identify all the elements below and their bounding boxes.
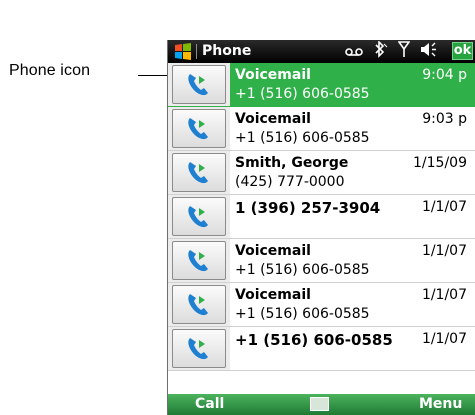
signal-icon[interactable] [397, 41, 411, 62]
title-divider [196, 44, 197, 59]
row-icon-column [168, 107, 230, 150]
row-name: Voicemail [235, 287, 311, 303]
phone-icon[interactable] [172, 197, 226, 236]
row-date: 1/1/07 [421, 287, 467, 303]
softkey-bar: Call Menu [168, 394, 475, 415]
row-icon-column [168, 63, 230, 106]
row-date: 1/15/09 [413, 155, 467, 171]
ok-button[interactable]: ok [452, 42, 473, 60]
call-row[interactable]: +1 (516) 606-0585 1/1/07 [168, 327, 475, 371]
call-row[interactable]: Voicemail +1 (516) 606-0585 9:03 p [168, 107, 475, 151]
row-date: 1/1/07 [421, 243, 467, 259]
row-number: +1 (516) 606-0585 [235, 262, 370, 278]
phone-icon[interactable] [172, 241, 226, 280]
row-name: Smith, George [235, 155, 349, 171]
row-number: +1 (516) 606-0585 [235, 130, 370, 146]
row-date: 1/1/07 [421, 331, 467, 347]
row-name: Voicemail [235, 111, 311, 127]
call-softkey[interactable]: Call [195, 396, 224, 412]
app-title: Phone [202, 43, 252, 59]
row-icon-column [168, 195, 230, 238]
row-icon-column [168, 239, 230, 282]
call-row[interactable]: 1 (396) 257-3904 1/1/07 [168, 195, 475, 239]
row-name: +1 (516) 606-0585 [235, 331, 393, 349]
row-name: 1 (396) 257-3904 [235, 199, 381, 217]
row-icon-column [168, 283, 230, 326]
device-screen: Phone ok Voicemail +1 (516) 606-0585 9:0… [167, 40, 475, 415]
phone-icon[interactable] [172, 285, 226, 324]
status-icons [345, 40, 438, 62]
bluetooth-icon[interactable] [373, 40, 388, 62]
phone-icon[interactable] [172, 153, 226, 192]
row-number: +1 (516) 606-0585 [235, 306, 370, 322]
row-date: 1/1/07 [421, 199, 467, 215]
voicemail-icon[interactable] [345, 42, 363, 61]
row-icon-column [168, 151, 230, 194]
row-number: (425) 777-0000 [235, 174, 345, 190]
speaker-icon[interactable] [420, 42, 438, 61]
phone-icon[interactable] [172, 329, 226, 368]
call-history-list: Voicemail +1 (516) 606-0585 9:04 p Voice… [168, 63, 475, 371]
phone-icon[interactable] [172, 65, 226, 104]
call-row[interactable]: Voicemail +1 (516) 606-0585 1/1/07 [168, 239, 475, 283]
call-row[interactable]: Voicemail +1 (516) 606-0585 1/1/07 [168, 283, 475, 327]
row-number: +1 (516) 606-0585 [235, 86, 370, 102]
row-name: Voicemail [235, 67, 311, 83]
row-date: 9:03 p [422, 111, 467, 127]
start-icon[interactable] [174, 43, 192, 60]
call-row[interactable]: Voicemail +1 (516) 606-0585 9:04 p [168, 63, 475, 107]
call-row[interactable]: Smith, George (425) 777-0000 1/15/09 [168, 151, 475, 195]
callout-label: Phone icon [9, 62, 91, 79]
row-date: 9:04 p [422, 67, 467, 83]
keyboard-icon[interactable] [310, 397, 329, 411]
empty-area [168, 371, 475, 394]
row-name: Voicemail [235, 243, 311, 259]
title-bar: Phone ok [168, 40, 475, 63]
menu-softkey[interactable]: Menu [419, 396, 462, 412]
row-icon-column [168, 327, 230, 370]
phone-icon[interactable] [172, 109, 226, 148]
